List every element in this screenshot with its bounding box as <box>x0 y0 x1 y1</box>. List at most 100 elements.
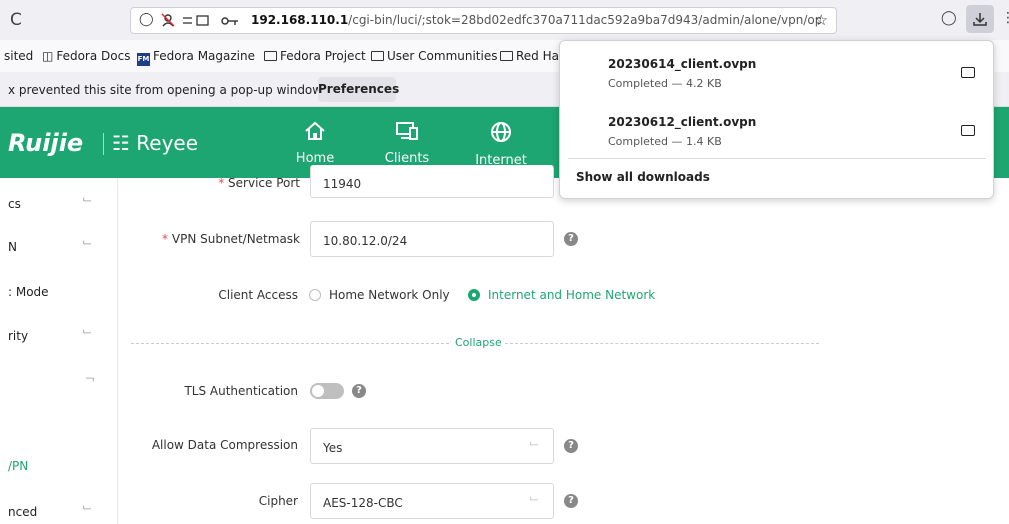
nav-home[interactable]: Home <box>280 121 350 166</box>
chevron-down-icon: ﹂ <box>83 329 94 342</box>
radio-home-network-only-label[interactable]: Home Network Only <box>329 288 450 302</box>
divider <box>568 158 986 159</box>
bookmark-red-hat[interactable]: Red Ha <box>500 49 559 63</box>
compression-label: Allow Data Compression <box>151 438 298 452</box>
compression-select[interactable]: Yes ﹂ <box>310 428 554 464</box>
help-icon[interactable]: ? <box>564 232 578 246</box>
help-icon[interactable]: ? <box>352 384 366 398</box>
sidebar-item-vpn[interactable]: /PN <box>8 457 108 477</box>
sidebar-item-5[interactable]: ﹁ <box>8 368 108 388</box>
bookmark-star-icon[interactable]: ☆ <box>815 11 828 29</box>
open-folder-icon[interactable] <box>961 67 975 78</box>
chevron-down-icon: ﹂ <box>530 441 541 454</box>
cipher-value: AES-128-CBC <box>323 496 403 510</box>
service-port-input[interactable]: 11940 <box>310 165 554 198</box>
radio-internet-and-home[interactable] <box>468 289 480 301</box>
popup-message: x prevented this site from opening a pop… <box>8 83 325 97</box>
divider <box>505 343 819 344</box>
reload-icon[interactable]: C <box>10 9 32 31</box>
url-bar[interactable]: ◯ 192.168.110.1/cgi-bin/luci/;stok=28bd0… <box>130 7 837 34</box>
pocket-icon[interactable]: ◯ <box>941 10 957 26</box>
home-icon <box>305 121 325 140</box>
sidebar-item-label: : Mode <box>8 285 49 299</box>
bookmark-fedora-docs[interactable]: ◫ Fedora Docs <box>42 49 130 63</box>
sidebar-item-4[interactable]: rity ﹂ <box>8 327 108 347</box>
key-icon[interactable] <box>221 17 239 26</box>
more-icon[interactable]: ⋮ <box>1001 10 1009 26</box>
required-marker: * <box>218 176 229 190</box>
globe-icon <box>491 122 511 142</box>
site-info-icon[interactable] <box>183 15 211 27</box>
bookmark-label: Fedora Docs <box>56 49 131 63</box>
download-item[interactable]: 20230612_client.ovpn Completed — 1.4 KB <box>560 103 993 159</box>
sidebar-item-2[interactable]: N ﹂ <box>8 238 108 258</box>
client-access-label: Client Access <box>218 288 298 302</box>
bookmark-label: Fedora Magazine <box>153 49 255 63</box>
download-file-name: 20230612_client.ovpn <box>608 115 757 129</box>
vpn-subnet-label: * VPN Subnet/Netmask <box>120 232 300 246</box>
nav-home-label: Home <box>295 151 335 166</box>
nav-clients-label: Clients <box>384 151 430 166</box>
tls-auth-label: TLS Authentication <box>184 384 298 398</box>
compression-value: Yes <box>323 441 343 455</box>
vpn-subnet-label-text: VPN Subnet/Netmask <box>171 232 300 246</box>
url-text[interactable]: 192.168.110.1/cgi-bin/luci/;stok=28bd02e… <box>251 13 821 27</box>
bookmark-fedora-magazine[interactable]: FM Fedora Magazine <box>137 49 255 66</box>
sidebar-item-advanced[interactable]: nced ﹂ <box>8 503 108 523</box>
permissions-icon[interactable] <box>161 13 175 27</box>
logo-divider <box>103 133 104 155</box>
bookmark-user-communities[interactable]: User Communities <box>371 49 497 63</box>
clients-icon <box>396 122 418 140</box>
open-folder-icon[interactable] <box>961 125 975 136</box>
help-icon[interactable]: ? <box>564 494 578 508</box>
divider <box>131 343 449 344</box>
vpn-subnet-value: 10.80.12.0/24 <box>323 234 408 248</box>
fedora-magazine-icon: FM <box>137 53 150 66</box>
sidebar-item-label: N <box>8 240 17 254</box>
folder-icon <box>264 51 277 61</box>
sidebar-item-3[interactable]: : Mode <box>8 283 108 303</box>
cipher-label: Cipher <box>258 494 298 508</box>
sidebar-item-label: rity <box>8 329 29 343</box>
sidebar-item-1[interactable]: cs ﹂ <box>8 195 108 215</box>
folder-icon <box>500 51 513 61</box>
nav-internet[interactable]: Internet <box>466 121 536 168</box>
radio-internet-and-home-label[interactable]: Internet and Home Network <box>488 288 655 302</box>
sidebar-item-label: /PN <box>8 459 29 473</box>
service-port-value: 11940 <box>323 177 362 191</box>
reyee-logo-text: Reyee <box>136 131 199 155</box>
tls-auth-toggle[interactable] <box>310 383 344 399</box>
shield-icon[interactable]: ◯ <box>139 12 154 27</box>
chevron-down-icon: ﹂ <box>530 496 541 509</box>
chevron-up-icon: ﹁ <box>83 370 94 383</box>
vpn-subnet-input[interactable]: 10.80.12.0/24 <box>310 221 554 257</box>
collapse-link[interactable]: Collapse <box>455 336 502 349</box>
browser-toolbar: C ◯ 192.168.110.1/cgi-bin/luci/;stok=28b… <box>0 0 1009 40</box>
sidebar-item-label: cs <box>8 197 21 211</box>
ruijie-logo[interactable]: Ruijie <box>8 129 83 157</box>
sidebar: cs ﹂ N ﹂ : Mode rity ﹂ ﹁ /PN nced ﹂ <box>0 178 118 524</box>
chevron-down-icon: ﹂ <box>83 505 94 518</box>
bookmark-label: Fedora Project <box>280 49 366 63</box>
preferences-button[interactable]: Preferences <box>318 77 399 102</box>
download-item[interactable]: 20230614_client.ovpn Completed — 4.2 KB <box>560 45 993 101</box>
download-status: Completed — 1.4 KB <box>608 135 722 148</box>
download-icon[interactable] <box>966 5 994 33</box>
cipher-select[interactable]: AES-128-CBC ﹂ <box>310 483 554 519</box>
show-all-downloads-button[interactable]: Show all downloads <box>576 170 710 184</box>
chevron-down-icon: ﹂ <box>83 240 94 253</box>
downloads-panel: 20230614_client.ovpn Completed — 4.2 KB … <box>559 40 994 199</box>
radio-home-network-only[interactable] <box>309 289 321 301</box>
help-icon[interactable]: ? <box>564 439 578 453</box>
url-path: /cgi-bin/luci/;stok=28bd02edfc370a711dac… <box>348 13 821 27</box>
service-port-label-text: Service Port <box>228 176 300 190</box>
download-file-name: 20230614_client.ovpn <box>608 57 757 71</box>
content-area <box>119 178 1009 524</box>
sidebar-item-label: nced <box>8 505 38 519</box>
folder-icon <box>371 51 384 61</box>
nav-clients[interactable]: Clients <box>372 121 442 166</box>
bookmark-visited[interactable]: sited <box>4 49 33 63</box>
service-port-label: * Service Port <box>200 176 300 190</box>
bookmark-fedora-project[interactable]: Fedora Project <box>264 49 366 63</box>
chevron-down-icon: ﹂ <box>83 197 94 210</box>
